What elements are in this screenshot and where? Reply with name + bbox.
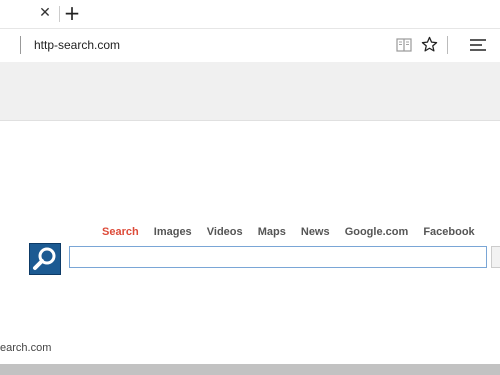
toolbar-separator <box>447 36 448 54</box>
status-bar <box>0 364 500 375</box>
nav-link-maps[interactable]: Maps <box>258 226 286 238</box>
address-bar: http-search.com <box>0 28 500 63</box>
url-field[interactable]: http-search.com <box>34 38 120 52</box>
nav-link-videos[interactable]: Videos <box>207 226 243 238</box>
search-button[interactable] <box>491 246 500 268</box>
toolbar-band <box>0 62 500 121</box>
tab-divider <box>59 6 60 22</box>
reading-view-icon[interactable] <box>396 37 412 53</box>
nav-link-google[interactable]: Google.com <box>345 226 409 238</box>
nav-link-facebook[interactable]: Facebook <box>423 226 474 238</box>
nav-link-search[interactable]: Search <box>102 226 139 238</box>
hub-menu-icon[interactable] <box>470 38 486 52</box>
tab-strip: ✕ + <box>0 0 500 28</box>
close-tab-icon[interactable]: ✕ <box>37 5 53 21</box>
nav-link-images[interactable]: Images <box>154 226 192 238</box>
magnifier-icon <box>33 247 56 270</box>
address-separator <box>20 36 21 54</box>
new-tab-button[interactable]: + <box>63 3 81 23</box>
search-input[interactable] <box>69 246 487 268</box>
nav-link-news[interactable]: News <box>301 226 330 238</box>
magnifier-logo-icon <box>29 243 61 275</box>
footer-text: earch.com <box>0 342 52 354</box>
star-icon[interactable] <box>421 36 438 53</box>
search-nav: Search Images Videos Maps News Google.co… <box>102 226 487 240</box>
